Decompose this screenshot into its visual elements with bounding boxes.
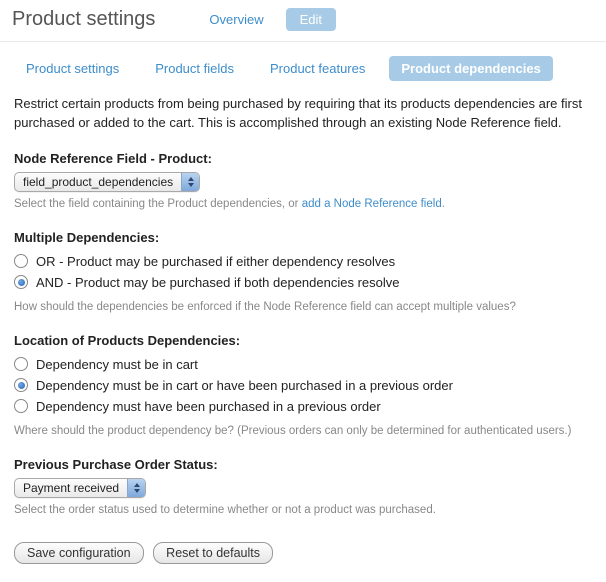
- radio-icon: [14, 357, 28, 371]
- reset-button[interactable]: Reset to defaults: [153, 542, 273, 564]
- radio-icon: [14, 275, 28, 289]
- prev-status-value: Payment received: [15, 481, 127, 495]
- radio-location-cart-or-purchased-label: Dependency must be in cart or have been …: [36, 378, 453, 393]
- save-button[interactable]: Save configuration: [14, 542, 144, 564]
- form-buttons: Save configuration Reset to defaults: [14, 542, 592, 564]
- page-header: Product settings Overview Edit: [0, 0, 606, 41]
- radio-icon: [14, 399, 28, 413]
- multiple-dependencies-group: OR - Product may be purchased if either …: [14, 251, 592, 293]
- prev-status-label: Previous Purchase Order Status:: [14, 457, 592, 472]
- radio-location-purchased-label: Dependency must have been purchased in a…: [36, 399, 381, 414]
- page-title: Product settings: [12, 8, 155, 31]
- prev-status-select[interactable]: Payment received: [14, 478, 146, 498]
- tab-overview[interactable]: Overview: [195, 8, 277, 31]
- header-tabs: Overview Edit: [195, 8, 336, 31]
- node-reference-value: field_product_dependencies: [15, 175, 181, 189]
- location-help: Where should the product dependency be? …: [14, 423, 592, 439]
- node-reference-label: Node Reference Field - Product:: [14, 151, 592, 166]
- radio-icon: [14, 254, 28, 268]
- radio-location-cart-or-purchased[interactable]: Dependency must be in cart or have been …: [14, 375, 592, 396]
- node-reference-help: Select the field containing the Product …: [14, 196, 592, 212]
- subtab-product-dependencies[interactable]: Product dependencies: [389, 56, 552, 81]
- node-reference-select[interactable]: field_product_dependencies: [14, 172, 200, 192]
- multiple-dependencies-label: Multiple Dependencies:: [14, 230, 592, 245]
- radio-location-cart[interactable]: Dependency must be in cart: [14, 354, 592, 375]
- sub-tabs: Product settings Product fields Product …: [0, 56, 606, 95]
- radio-icon: [14, 378, 28, 392]
- subtab-product-settings[interactable]: Product settings: [14, 56, 131, 81]
- radio-and[interactable]: AND - Product may be purchased if both d…: [14, 272, 592, 293]
- tab-edit[interactable]: Edit: [286, 8, 336, 31]
- location-group: Dependency must be in cart Dependency mu…: [14, 354, 592, 417]
- location-label: Location of Products Dependencies:: [14, 333, 592, 348]
- intro-text: Restrict certain products from being pur…: [14, 95, 592, 133]
- prev-status-help: Select the order status used to determin…: [14, 502, 592, 518]
- radio-or-label: OR - Product may be purchased if either …: [36, 254, 395, 269]
- add-node-reference-link[interactable]: add a Node Reference field: [302, 198, 442, 210]
- radio-location-cart-label: Dependency must be in cart: [36, 357, 198, 372]
- divider: [0, 41, 606, 42]
- radio-and-label: AND - Product may be purchased if both d…: [36, 275, 399, 290]
- subtab-product-features[interactable]: Product features: [258, 56, 377, 81]
- chevron-updown-icon: [127, 479, 145, 497]
- chevron-updown-icon: [181, 173, 199, 191]
- radio-or[interactable]: OR - Product may be purchased if either …: [14, 251, 592, 272]
- multiple-dependencies-help: How should the dependencies be enforced …: [14, 299, 592, 315]
- content: Restrict certain products from being pur…: [0, 95, 606, 582]
- radio-location-purchased[interactable]: Dependency must have been purchased in a…: [14, 396, 592, 417]
- subtab-product-fields[interactable]: Product fields: [143, 56, 246, 81]
